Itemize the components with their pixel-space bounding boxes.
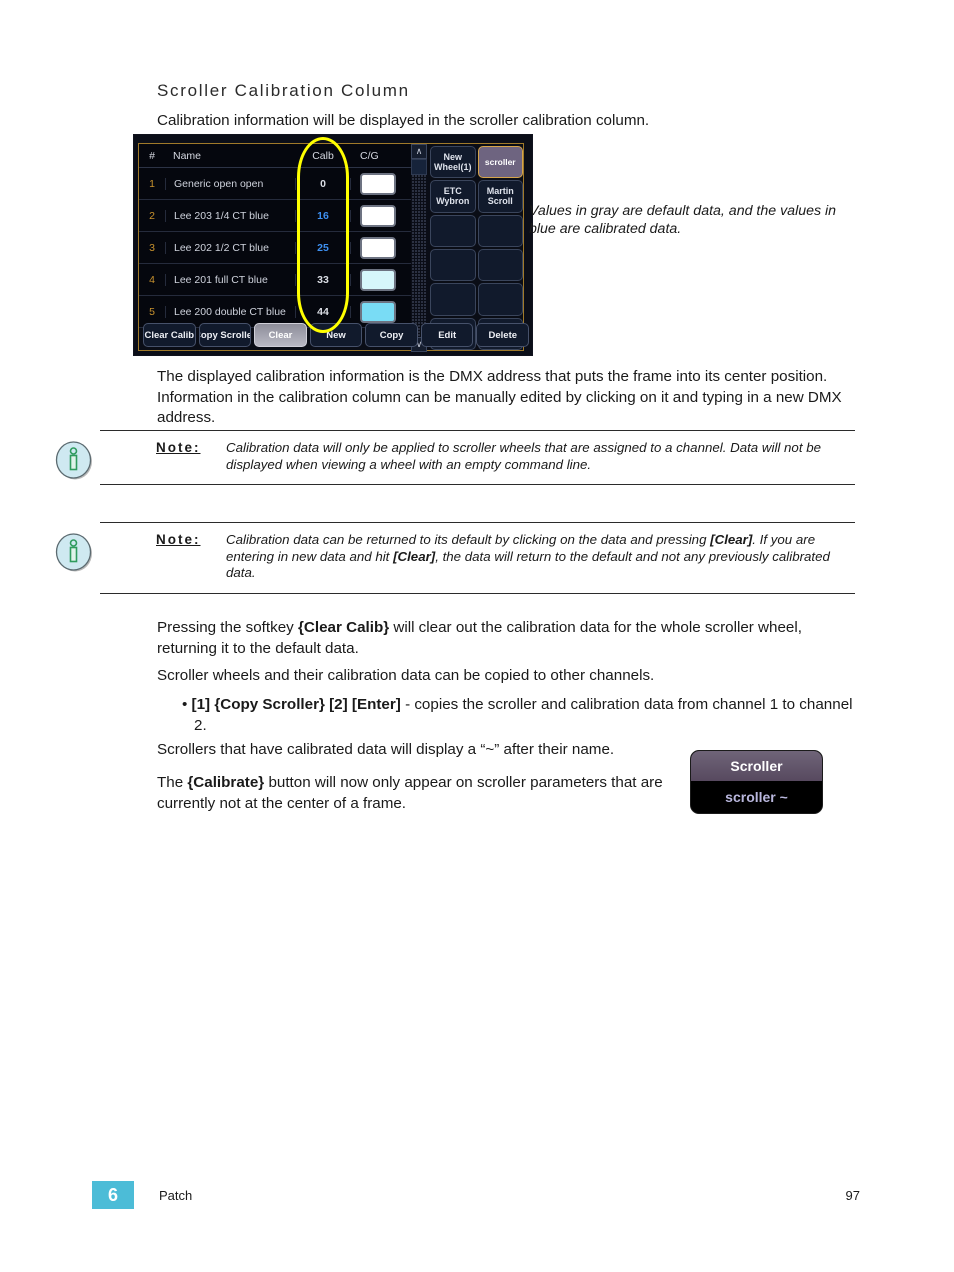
row-number: 2: [149, 209, 155, 222]
list-item: • [1] {Copy Scroller} [2] [Enter] - copi…: [182, 696, 853, 734]
info-icon: [55, 533, 92, 572]
row-color-gobo-cell[interactable]: [351, 236, 411, 259]
color-swatch[interactable]: [360, 204, 396, 227]
column-header-number: #: [149, 149, 155, 162]
row-calb-value[interactable]: 44: [295, 305, 351, 318]
scroller-ui-panel: # Name Calb C/G 1 Generic open open 0 2 Lee …: [138, 143, 530, 352]
table-row[interactable]: 2 Lee 203 1/4 CT blue 16: [139, 200, 411, 232]
note-block-1: Note: Calibration data will only be appl…: [100, 430, 855, 485]
scroll-up-icon[interactable]: ∧: [411, 144, 427, 159]
softkey-edit[interactable]: Edit: [420, 323, 474, 347]
footer-page-number: 97: [845, 1188, 860, 1203]
color-swatch[interactable]: [360, 172, 396, 195]
scroller-frame-table: # Name Calb C/G 1 Generic open open 0 2 Lee …: [139, 144, 411, 352]
row-frame-name[interactable]: Lee 202 1/2 CT blue: [165, 241, 295, 254]
column-header-calb: Calb: [312, 149, 334, 162]
row-calb-value[interactable]: 0: [295, 177, 351, 190]
calibrate-paragraph: The {Calibrate} button will now only app…: [157, 774, 663, 812]
wheel-button-scroller[interactable]: scroller: [477, 146, 523, 179]
softkey-copy-scroller[interactable]: Copy Scroller: [198, 323, 252, 347]
wheel-button-new-wheel-1[interactable]: New Wheel(1): [430, 146, 476, 179]
footer-chapter-badge: 6: [92, 1181, 134, 1209]
softkey-copy[interactable]: Copy: [365, 323, 418, 347]
row-number: 1: [149, 177, 155, 190]
row-calb-value[interactable]: 25: [295, 241, 351, 254]
row-calb-value[interactable]: 33: [295, 273, 351, 286]
scroller-display-tile: Scroller scroller ~: [690, 750, 823, 814]
copy-wheels-paragraph: Scroller wheels and their calibration da…: [157, 667, 655, 684]
note-divider-bottom: [100, 592, 855, 594]
screenshot-caption: Values in gray are default data, and the…: [529, 203, 837, 237]
table-row[interactable]: 1 Generic open open 0: [139, 168, 411, 200]
color-swatch[interactable]: [360, 300, 396, 323]
wheel-button-etc-wybron[interactable]: ETC Wybron: [430, 180, 476, 213]
softkey-clear[interactable]: Clear: [254, 323, 307, 347]
clear-calib-paragraph: Pressing the softkey {Clear Calib} will …: [157, 619, 802, 657]
table-row[interactable]: 4 Lee 201 full CT blue 33: [139, 264, 411, 296]
note-content: Note: Calibration data will only be appl…: [100, 431, 855, 484]
row-color-gobo-cell[interactable]: [351, 300, 411, 323]
softkey-clear-calib[interactable]: Clear Calib: [143, 323, 196, 347]
wheel-button-grid: New Wheel(1) scroller ETC Wybron Martin Scroll: [427, 144, 525, 352]
row-number: 5: [149, 305, 155, 318]
info-icon: [55, 441, 92, 480]
scroller-ui-columns: # Name Calb C/G 1 Generic open open 0 2 Lee …: [139, 144, 525, 352]
row-number: 3: [149, 241, 155, 254]
row-number: 4: [149, 273, 155, 286]
note-text: Calibration data will only be applied to…: [226, 440, 822, 472]
intro-paragraph: Calibration information will be displaye…: [157, 112, 650, 129]
wheel-button-empty[interactable]: [430, 214, 476, 247]
note-label: Note:: [156, 532, 201, 547]
row-frame-name[interactable]: Generic open open: [165, 177, 295, 190]
wheel-button-empty[interactable]: [477, 214, 523, 247]
table-row[interactable]: 3 Lee 202 1/2 CT blue 25: [139, 232, 411, 264]
row-color-gobo-cell[interactable]: [351, 268, 411, 291]
wheel-button-empty[interactable]: [430, 248, 476, 282]
color-swatch[interactable]: [360, 268, 396, 291]
row-frame-name[interactable]: Lee 203 1/4 CT blue: [165, 209, 295, 222]
table-header-row: # Name Calb C/G: [139, 144, 411, 168]
scrollbar-thumb[interactable]: [411, 159, 427, 175]
note-block-2: Note: Calibration data can be returned t…: [100, 522, 855, 594]
softkey-delete[interactable]: Delete: [476, 323, 530, 347]
footer-chapter-name: Patch: [159, 1188, 193, 1203]
note-text: Calibration data can be returned to its …: [226, 532, 830, 580]
row-calb-value[interactable]: 16: [295, 209, 351, 222]
column-header-name: Name: [173, 149, 202, 162]
page-title: Scroller Calibration Column: [157, 81, 410, 100]
note-divider-bottom: [100, 484, 855, 485]
dmx-paragraph: The displayed calibration information is…: [157, 368, 842, 426]
softkey-new[interactable]: New: [309, 323, 363, 347]
tilde-paragraph: Scrollers that have calibrated data will…: [157, 741, 615, 758]
scroller-calibration-screenshot: # Name Calb C/G 1 Generic open open 0 2 Lee …: [133, 134, 533, 356]
document-page: Scroller Calibration Column Calibration …: [0, 0, 954, 1272]
softkey-bar: Clear CalibCopy ScrollerClearNewCopyEdit…: [143, 323, 530, 347]
wheel-button-martin-scroll[interactable]: Martin Scroll: [477, 180, 523, 213]
scrollbar-track[interactable]: [411, 175, 427, 337]
row-color-gobo-cell[interactable]: [351, 204, 411, 227]
row-frame-name[interactable]: Lee 201 full CT blue: [165, 273, 295, 286]
wheel-button-empty[interactable]: [477, 248, 523, 282]
wheel-button-empty[interactable]: [430, 283, 476, 316]
table-scrollbar[interactable]: ∧ ∨: [411, 144, 427, 352]
note-content: Note: Calibration data can be returned t…: [100, 523, 855, 593]
scroller-tile-title: Scroller: [691, 751, 822, 781]
row-color-gobo-cell[interactable]: [351, 172, 411, 195]
row-frame-name[interactable]: Lee 200 double CT blue: [165, 305, 295, 318]
note-label: Note:: [156, 440, 201, 455]
wheel-button-empty[interactable]: [477, 283, 523, 316]
color-swatch[interactable]: [360, 236, 396, 259]
column-header-cg: C/G: [360, 149, 379, 162]
scroller-tile-value: scroller ~: [691, 781, 822, 813]
